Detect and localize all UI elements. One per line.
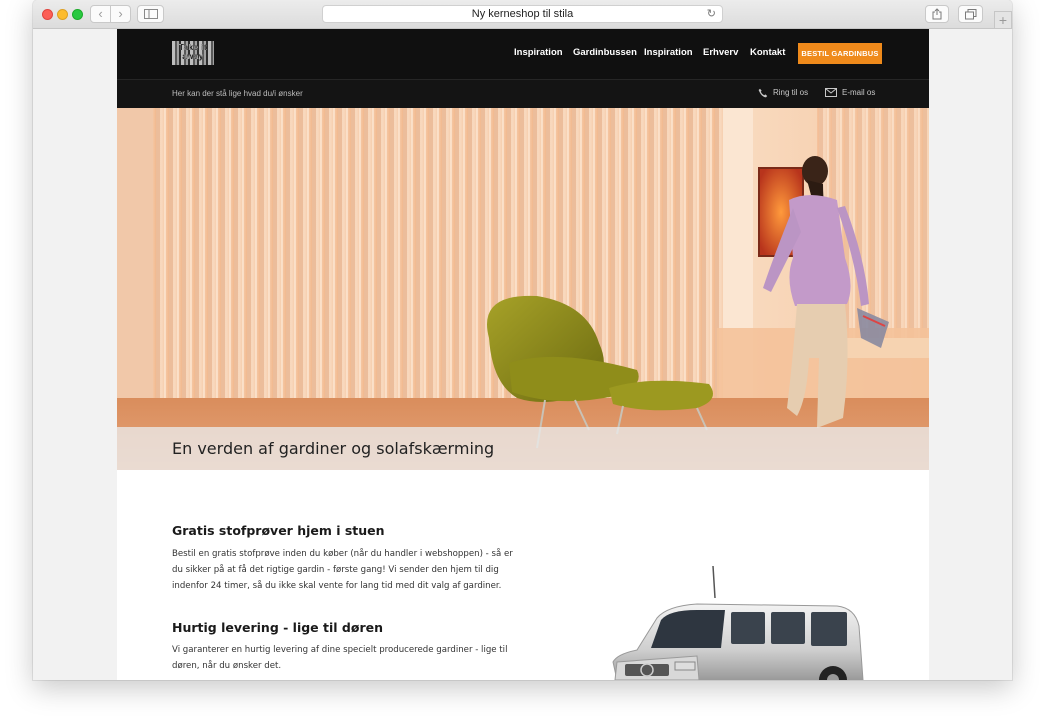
logo-text: Take it away [178,43,208,61]
browser-toolbar: ‹ › Ny kerneshop til stila ↻ + [33,0,1012,29]
features-section: Gratis stofprøver hjem i stuen Bestil en… [117,470,929,680]
header-subbar: Her kan der stå lige hvad du/i ønsker Ri… [117,79,929,108]
email-us-label: E-mail os [842,88,876,97]
zoom-window-button[interactable] [72,9,83,20]
page-title: Ny kerneshop til stila [471,8,574,20]
mail-icon [825,88,837,98]
nav-item-erhverv[interactable]: Erhverv [703,47,738,58]
nav-item-kontakt[interactable]: Kontakt [750,47,785,58]
chevron-left-icon: ‹ [98,6,103,21]
call-us-link[interactable]: Ring til os [758,88,808,98]
nav-item-gardinbussen[interactable]: Gardinbussen [573,47,637,58]
new-tab-button[interactable]: + [994,11,1012,29]
delivery-van-image [612,565,864,680]
hero-title: En verden af gardiner og solafskærming [172,439,495,458]
feature-text-samples: Bestil en gratis stofprøve inden du købe… [172,549,513,591]
chevron-right-icon: › [118,6,123,21]
sidebar-icon [143,9,158,19]
feature-text-delivery: Vi garanterer en hurtig levering af dine… [172,645,508,671]
browser-window: ‹ › Ny kerneshop til stila ↻ + Take it a… [33,0,1012,680]
hero-image [117,108,929,470]
email-us-link[interactable]: E-mail os [825,88,876,98]
minimize-window-button[interactable] [57,9,68,20]
share-icon [932,8,942,20]
sidebar-toggle-button[interactable] [137,5,164,23]
phone-icon [758,88,768,98]
forward-button[interactable]: › [110,5,131,23]
plus-icon: + [998,12,1008,28]
address-bar[interactable]: Ny kerneshop til stila ↻ [322,5,723,23]
header-tagline: Her kan der stå lige hvad du/i ønsker [172,89,303,98]
site-header: Take it away Inspiration Gardinbussen In… [117,29,929,108]
order-curtain-bus-button[interactable]: BESTIL GARDINBUS [798,43,882,64]
back-button[interactable]: ‹ [90,5,111,23]
close-window-button[interactable] [42,9,53,20]
share-button[interactable] [925,5,949,23]
site-logo[interactable]: Take it away [172,41,214,65]
reload-icon[interactable]: ↻ [707,6,716,22]
feature-heading-delivery: Hurtig levering - lige til døren [172,620,383,635]
call-us-label: Ring til os [773,88,809,98]
nav-item-inspiration-2[interactable]: Inspiration [644,47,693,58]
hero-banner: En verden af gardiner og solafskærming [117,108,929,470]
feature-heading-samples: Gratis stofprøver hjem i stuen [172,523,385,538]
web-page: Take it away Inspiration Gardinbussen In… [117,29,929,680]
nav-item-inspiration[interactable]: Inspiration [514,47,563,58]
tabs-overview-button[interactable] [958,5,983,23]
tabs-icon [964,9,976,20]
